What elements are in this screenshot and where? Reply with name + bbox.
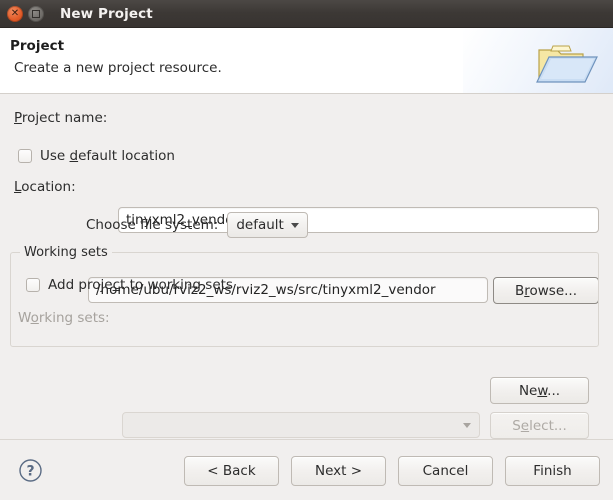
- file-system-label: Choose file system:: [86, 217, 218, 233]
- working-sets-combo: [122, 412, 480, 438]
- select-label-mnemonic: e: [521, 418, 529, 434]
- select-label-part-2: lect...: [529, 418, 567, 434]
- label-part-1: Use: [40, 148, 70, 164]
- title-bar: ✕ New Project: [0, 0, 613, 28]
- new-button-label: New...: [519, 383, 560, 399]
- wizard-header: Project Create a new project resource.: [0, 28, 613, 94]
- label-part-2: t to working sets: [120, 277, 233, 293]
- label-part-1: Add proje: [48, 277, 113, 293]
- add-project-to-working-sets-checkbox[interactable]: Add project to working sets: [26, 277, 233, 293]
- working-sets-label: Working sets:: [18, 310, 110, 326]
- file-system-selected-value: default: [236, 217, 284, 233]
- new-label-part-2: ...: [547, 383, 560, 399]
- close-glyph: ✕: [11, 9, 19, 19]
- back-button[interactable]: < Back: [184, 456, 279, 486]
- file-system-dropdown[interactable]: default: [227, 212, 308, 238]
- project-name-row: Project name:: [14, 110, 107, 126]
- label-mnemonic: c: [113, 277, 120, 293]
- location-row: Location:: [14, 179, 76, 195]
- next-button[interactable]: Next >: [291, 456, 386, 486]
- dialog-body: Project name: tinyxml2_vendor Use defaul…: [0, 94, 613, 439]
- location-label: Location:: [14, 179, 76, 195]
- label-part-2: rking sets:: [39, 310, 110, 326]
- label-part-1: W: [18, 310, 31, 326]
- new-label-part-1: Ne: [519, 383, 537, 399]
- select-label-part-1: S: [512, 418, 521, 434]
- new-project-dialog: ✕ New Project Project Create a new proje…: [0, 0, 613, 500]
- checkbox-box[interactable]: [18, 149, 32, 163]
- maximize-icon[interactable]: [28, 6, 44, 22]
- dialog-footer: ? < Back Next > Cancel Finish: [0, 439, 613, 500]
- select-working-set-button: Select...: [490, 412, 589, 439]
- use-default-location-label: Use default location: [40, 148, 175, 164]
- use-default-location-checkbox[interactable]: Use default location: [18, 148, 175, 164]
- project-name-label-text: roject name:: [22, 110, 107, 126]
- finish-button[interactable]: Finish: [505, 456, 600, 486]
- select-button-label: Select...: [512, 418, 567, 434]
- window-title: New Project: [60, 6, 153, 22]
- maximize-glyph: [32, 10, 40, 18]
- folder-icon: [535, 38, 601, 86]
- page-title: Project: [10, 38, 64, 54]
- label-mnemonic: o: [31, 310, 39, 326]
- page-subtitle: Create a new project resource.: [14, 60, 222, 76]
- working-sets-combo-row: Working sets:: [18, 310, 110, 326]
- working-sets-group-title: Working sets: [20, 245, 112, 260]
- svg-text:?: ?: [26, 464, 34, 480]
- project-name-label: Project name:: [14, 110, 107, 126]
- working-sets-group: Working sets: [10, 252, 599, 347]
- label-part-2: efault location: [78, 148, 175, 164]
- add-project-label: Add project to working sets: [48, 277, 233, 293]
- new-label-mnemonic: w: [537, 383, 547, 399]
- chevron-down-icon: [463, 423, 471, 428]
- label-mnemonic: d: [70, 148, 79, 164]
- location-label-text: ocation:: [21, 179, 75, 195]
- footer-button-group: < Back Next > Cancel Finish: [184, 456, 600, 486]
- project-name-label-mnemonic: P: [14, 110, 22, 126]
- close-icon[interactable]: ✕: [7, 6, 23, 22]
- checkbox-box[interactable]: [26, 278, 40, 292]
- new-working-set-button[interactable]: New...: [490, 377, 589, 404]
- chevron-down-icon: [291, 223, 299, 228]
- cancel-button[interactable]: Cancel: [398, 456, 493, 486]
- file-system-row: Choose file system: default: [86, 212, 308, 238]
- help-icon[interactable]: ?: [18, 458, 43, 483]
